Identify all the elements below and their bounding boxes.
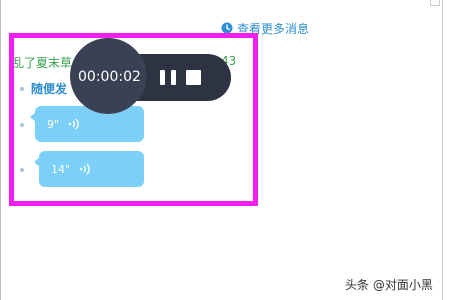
pause-icon — [160, 70, 165, 85]
stop-button[interactable] — [186, 70, 201, 85]
pause-icon-bar — [171, 70, 176, 85]
recording-elapsed-time: 00:00:02 — [78, 69, 141, 85]
window-right-border — [442, 0, 443, 300]
window-left-border — [0, 0, 1, 300]
pause-button[interactable] — [160, 70, 176, 86]
watermark: 头条 @对面小黑 — [345, 278, 433, 292]
window-corner-decoration — [430, 0, 440, 6]
